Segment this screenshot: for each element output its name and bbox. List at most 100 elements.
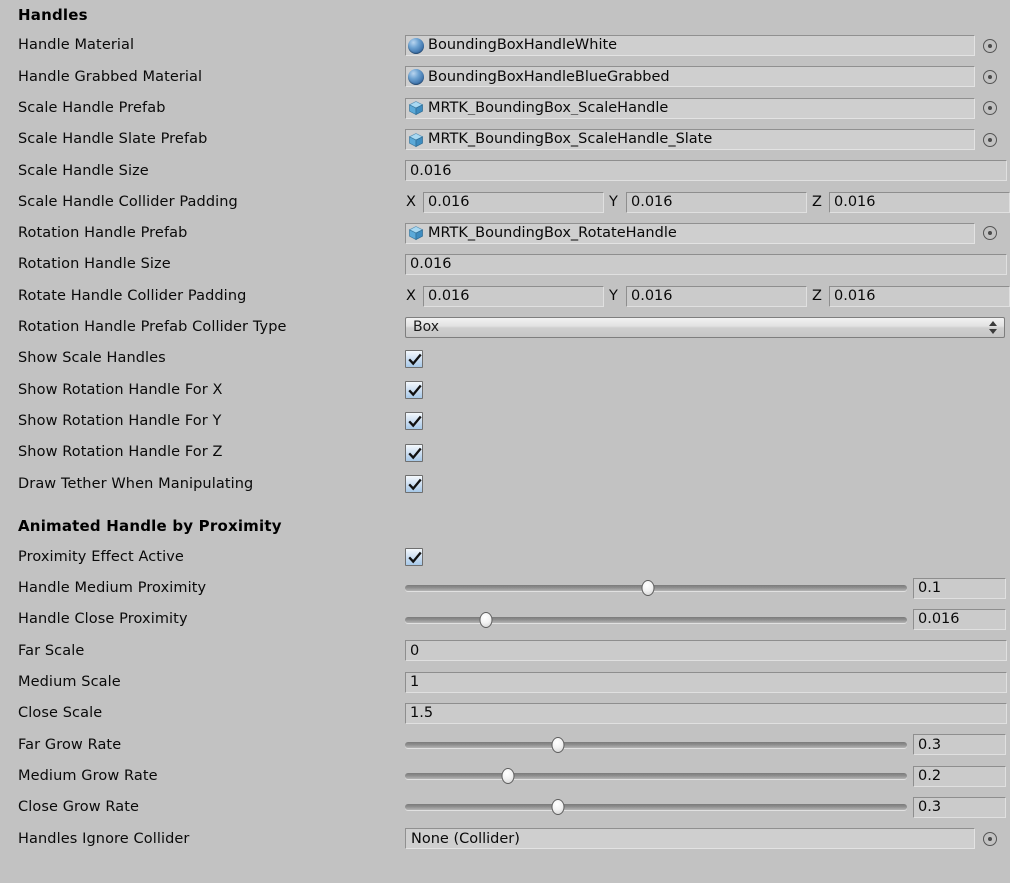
control-rotation-handle-prefab: MRTK_BoundingBox_RotateHandle	[405, 218, 1010, 249]
row-medium-grow-rate: Medium Grow Rate 0.2	[0, 761, 1010, 792]
object-field-rotation-handle-prefab[interactable]: MRTK_BoundingBox_RotateHandle	[405, 223, 975, 244]
slider-row-medium-grow-rate: 0.2	[405, 766, 1007, 787]
slider-thumb[interactable]	[480, 612, 493, 628]
number-field-z[interactable]: 0.016	[829, 192, 1010, 213]
slider-value-handle-close-proximity[interactable]: 0.016	[913, 609, 1006, 630]
row-show-rotation-handle-for-z: Show Rotation Handle For Z	[0, 437, 1010, 468]
row-draw-tether-when-manipulating: Draw Tether When Manipulating	[0, 468, 1010, 499]
checkbox-proximity-effect-active[interactable]	[405, 548, 423, 566]
object-field-value: BoundingBoxHandleBlueGrabbed	[428, 70, 670, 85]
number-field-y[interactable]: 0.016	[626, 286, 807, 307]
label-scale-handle-size: Scale Handle Size	[18, 164, 405, 179]
control-handle-material: BoundingBoxHandleWhite	[405, 30, 1010, 61]
object-field-handle-material[interactable]: BoundingBoxHandleWhite	[405, 35, 975, 56]
axis-label-z: Z	[811, 194, 829, 210]
axis-label-y: Y	[608, 194, 626, 210]
number-field-x[interactable]: 0.016	[423, 192, 604, 213]
row-proximity-effect-active: Proximity Effect Active	[0, 541, 1010, 572]
dropdown-rotation-handle-prefab-collider-type[interactable]: Box	[405, 317, 1005, 338]
checkbox-show-rotation-handle-for-y[interactable]	[405, 412, 423, 430]
label-medium-scale: Medium Scale	[18, 675, 405, 690]
slider-value-handle-medium-proximity[interactable]: 0.1	[913, 578, 1006, 599]
slider-handle-close-proximity[interactable]	[405, 612, 907, 628]
slider-thumb[interactable]	[552, 799, 565, 815]
label-close-grow-rate: Close Grow Rate	[18, 800, 405, 815]
label-handle-close-proximity: Handle Close Proximity	[18, 612, 405, 627]
prefab-cube-icon	[408, 225, 424, 241]
slider-value-close-grow-rate[interactable]: 0.3	[913, 797, 1006, 818]
material-sphere-icon	[408, 69, 424, 85]
row-rotate-handle-collider-padding: Rotate Handle Collider Padding X 0.016 Y…	[0, 280, 1010, 311]
slider-medium-grow-rate[interactable]	[405, 768, 907, 784]
label-show-rotation-handle-for-x: Show Rotation Handle For X	[18, 383, 405, 398]
row-show-rotation-handle-for-y: Show Rotation Handle For Y	[0, 406, 1010, 437]
object-field-handles-ignore-collider[interactable]: None (Collider)	[405, 828, 975, 849]
slider-track	[405, 742, 907, 748]
number-field-z[interactable]: 0.016	[829, 286, 1010, 307]
slider-value-medium-grow-rate[interactable]: 0.2	[913, 766, 1006, 787]
control-scale-handle-collider-padding: X 0.016 Y 0.016 Z 0.016	[405, 186, 1010, 217]
object-field-value: MRTK_BoundingBox_ScaleHandle_Slate	[428, 132, 712, 147]
row-close-scale: Close Scale 1.5	[0, 698, 1010, 729]
row-medium-scale: Medium Scale 1	[0, 667, 1010, 698]
chevron-updown-icon	[989, 321, 998, 334]
row-close-grow-rate: Close Grow Rate 0.3	[0, 792, 1010, 823]
object-picker-icon[interactable]	[983, 39, 997, 53]
control-proximity-effect-active	[405, 541, 1010, 572]
slider-value-far-grow-rate[interactable]: 0.3	[913, 734, 1006, 755]
control-handle-close-proximity: 0.016	[405, 604, 1010, 635]
number-field-medium-scale[interactable]: 1	[405, 672, 1007, 693]
row-rotation-handle-prefab-collider-type: Rotation Handle Prefab Collider Type Box	[0, 312, 1010, 343]
vector3-field-scale-handle-collider-padding: X 0.016 Y 0.016 Z 0.016	[405, 192, 1007, 213]
row-handle-close-proximity: Handle Close Proximity 0.016	[0, 604, 1010, 635]
number-field-close-scale[interactable]: 1.5	[405, 703, 1007, 724]
slider-track	[405, 585, 907, 591]
number-field-rotation-handle-size[interactable]: 0.016	[405, 254, 1007, 275]
object-picker-icon[interactable]	[983, 133, 997, 147]
axis-label-x: X	[405, 288, 423, 304]
label-handle-medium-proximity: Handle Medium Proximity	[18, 581, 405, 596]
object-field-value: MRTK_BoundingBox_RotateHandle	[428, 226, 677, 241]
checkbox-draw-tether-when-manipulating[interactable]	[405, 475, 423, 493]
checkbox-show-rotation-handle-for-z[interactable]	[405, 444, 423, 462]
object-picker-icon[interactable]	[983, 226, 997, 240]
object-picker-icon[interactable]	[983, 70, 997, 84]
slider-far-grow-rate[interactable]	[405, 737, 907, 753]
object-picker-icon[interactable]	[983, 101, 997, 115]
checkbox-show-rotation-handle-for-x[interactable]	[405, 381, 423, 399]
unity-inspector-panel: Handles Handle Material BoundingBoxHandl…	[0, 0, 1010, 883]
slider-close-grow-rate[interactable]	[405, 799, 907, 815]
control-medium-scale: 1	[405, 667, 1010, 698]
row-scale-handle-size: Scale Handle Size 0.016	[0, 155, 1010, 186]
row-far-scale: Far Scale 0	[0, 635, 1010, 666]
label-handles-ignore-collider: Handles Ignore Collider	[18, 832, 405, 847]
slider-row-handle-medium-proximity: 0.1	[405, 578, 1007, 599]
object-picker-icon[interactable]	[983, 832, 997, 846]
slider-handle-medium-proximity[interactable]	[405, 580, 907, 596]
number-field-scale-handle-size[interactable]: 0.016	[405, 160, 1007, 181]
label-far-scale: Far Scale	[18, 644, 405, 659]
control-rotation-handle-prefab-collider-type: Box	[405, 312, 1010, 343]
object-field-scale-handle-prefab[interactable]: MRTK_BoundingBox_ScaleHandle	[405, 98, 975, 119]
object-field-scale-handle-slate-prefab[interactable]: MRTK_BoundingBox_ScaleHandle_Slate	[405, 129, 975, 150]
control-rotation-handle-size: 0.016	[405, 249, 1010, 280]
label-scale-handle-slate-prefab: Scale Handle Slate Prefab	[18, 132, 405, 147]
number-field-y[interactable]: 0.016	[626, 192, 807, 213]
slider-thumb[interactable]	[552, 737, 565, 753]
slider-thumb[interactable]	[502, 768, 515, 784]
row-far-grow-rate: Far Grow Rate 0.3	[0, 729, 1010, 760]
object-field-handle-grabbed-material[interactable]: BoundingBoxHandleBlueGrabbed	[405, 66, 975, 87]
number-field-far-scale[interactable]: 0	[405, 640, 1007, 661]
label-close-scale: Close Scale	[18, 706, 405, 721]
row-rotation-handle-prefab: Rotation Handle Prefab MRTK_BoundingBox_…	[0, 218, 1010, 249]
axis-label-x: X	[405, 194, 423, 210]
section-spacer	[0, 499, 1010, 511]
checkbox-show-scale-handles[interactable]	[405, 350, 423, 368]
slider-thumb[interactable]	[642, 580, 655, 596]
control-draw-tether-when-manipulating	[405, 468, 1010, 499]
row-show-rotation-handle-for-x: Show Rotation Handle For X	[0, 374, 1010, 405]
number-field-x[interactable]: 0.016	[423, 286, 604, 307]
label-scale-handle-prefab: Scale Handle Prefab	[18, 101, 405, 116]
control-scale-handle-slate-prefab: MRTK_BoundingBox_ScaleHandle_Slate	[405, 124, 1010, 155]
control-far-scale: 0	[405, 635, 1010, 666]
